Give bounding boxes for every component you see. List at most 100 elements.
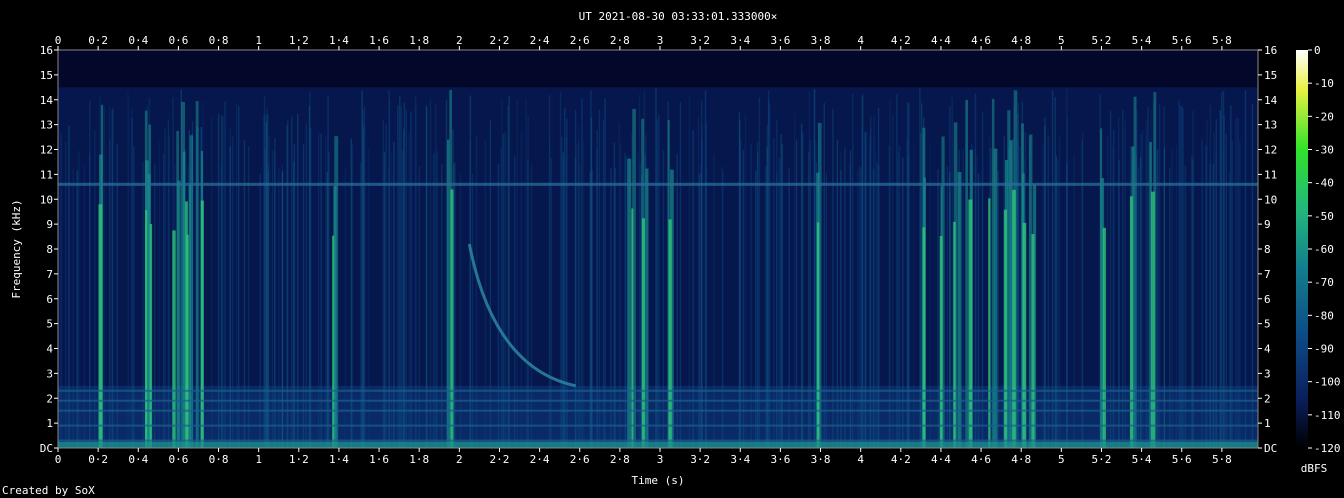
noise-streak — [962, 149, 964, 449]
x-tick-label-bottom: 4·6 — [971, 453, 991, 466]
noise-streak — [1017, 141, 1019, 449]
noise-streak — [1073, 154, 1075, 448]
noise-streak — [756, 151, 759, 448]
noise-streak — [484, 141, 487, 448]
noise-streak — [1109, 110, 1112, 448]
noise-streak — [566, 118, 568, 448]
burst-streak — [668, 219, 672, 448]
x-tick-label-top: 0·8 — [209, 34, 229, 47]
noise-streak — [781, 143, 784, 448]
burst-streak — [1031, 234, 1035, 448]
noise-streak — [1137, 167, 1140, 449]
noise-streak — [293, 161, 295, 449]
noise-streak — [840, 170, 842, 448]
x-tick-label-top: 2·6 — [570, 34, 590, 47]
chart-title: UT 2021-08-30 03:33:01.333000× — [579, 10, 778, 23]
burst-streak — [446, 139, 450, 448]
noise-streak — [1124, 121, 1127, 448]
noise-streak — [655, 88, 657, 449]
noise-streak — [981, 171, 983, 449]
noise-streak — [912, 144, 915, 448]
noise-streak — [1057, 160, 1059, 448]
noise-streak — [508, 96, 510, 448]
burst-streak — [953, 221, 956, 448]
noise-streak — [619, 143, 622, 448]
noise-streak — [898, 145, 901, 448]
y-tick-label-left: 14 — [40, 94, 54, 107]
noise-streak — [133, 146, 135, 448]
noise-streak — [154, 163, 156, 448]
noise-streak — [679, 102, 682, 448]
noise-streak — [525, 99, 527, 448]
noise-streak — [742, 150, 745, 449]
x-tick-label-bottom: 1·6 — [369, 453, 389, 466]
x-tick-label-bottom: 0 — [55, 453, 62, 466]
noise-streak — [111, 109, 113, 448]
burst-streak — [145, 210, 148, 448]
y-tick-label-right: 4 — [1264, 343, 1271, 356]
noise-streak — [162, 153, 165, 448]
noise-streak — [433, 153, 435, 448]
burst-streak — [627, 158, 632, 448]
burst-streak — [631, 208, 634, 448]
noise-streak — [902, 157, 904, 448]
noise-streak — [721, 167, 724, 448]
noise-streak — [410, 111, 412, 448]
noise-streak — [305, 123, 307, 449]
y-tick-label-left: 4 — [46, 343, 53, 356]
noise-streak — [1054, 97, 1057, 448]
noise-streak — [426, 107, 428, 448]
colorbar-tick-label: 0 — [1314, 44, 1321, 57]
noise-streak — [896, 93, 898, 449]
noise-streak — [1209, 105, 1212, 449]
x-tick-label-top: 0 — [55, 34, 62, 47]
y-tick-label-right: 3 — [1264, 367, 1271, 380]
noise-streak — [574, 157, 577, 449]
noise-streak — [1066, 88, 1068, 449]
noise-streak — [699, 163, 702, 448]
noise-streak — [1221, 92, 1223, 449]
noise-streak — [920, 103, 923, 448]
noise-streak — [624, 152, 626, 448]
y-tick-label-left: 6 — [46, 293, 53, 306]
noise-streak — [302, 144, 305, 448]
y-tick-label-right: 11 — [1264, 168, 1277, 181]
x-tick-label-bottom: 5·4 — [1132, 453, 1152, 466]
noise-streak — [793, 113, 796, 448]
colorbar — [1296, 50, 1308, 448]
noise-streak — [390, 151, 393, 448]
x-tick-label-top: 5·6 — [1172, 34, 1192, 47]
noise-streak — [393, 142, 395, 448]
burst-streak — [332, 235, 335, 448]
noise-streak — [1222, 90, 1225, 449]
noise-streak — [210, 115, 213, 448]
noise-streak — [501, 99, 503, 448]
x-tick-label-top: 1·8 — [409, 34, 429, 47]
noise-streak — [297, 113, 299, 449]
x-tick-label-top: 2·2 — [490, 34, 510, 47]
x-tick-label-bottom: 0·6 — [168, 453, 188, 466]
x-tick-label-bottom: 1·4 — [329, 453, 349, 466]
noise-streak — [1219, 110, 1222, 448]
x-tick-label-bottom: 3·2 — [690, 453, 710, 466]
noise-streak — [676, 153, 678, 448]
x-tick-label-bottom: 0·8 — [209, 453, 229, 466]
noise-streak — [581, 98, 583, 448]
x-axis-label: Time (s) — [632, 474, 685, 487]
burst-streak — [993, 148, 998, 448]
noise-streak — [562, 152, 565, 448]
noise-streak — [1237, 117, 1239, 448]
noise-streak — [1044, 117, 1046, 449]
y-axis-right: DC12345678910111213141516 — [1258, 44, 1278, 455]
noise-streak — [832, 108, 834, 448]
noise-streak — [596, 149, 598, 448]
noise-streak — [429, 99, 432, 449]
y-tick-label-right: 5 — [1264, 318, 1271, 331]
y-tick-label-right: 2 — [1264, 392, 1271, 405]
noise-streak — [1175, 145, 1178, 448]
noise-streak — [1244, 90, 1247, 449]
noise-streak — [471, 173, 474, 448]
noise-streak — [259, 173, 261, 449]
noise-streak — [602, 119, 605, 449]
colorbar-tick-label: -50 — [1314, 210, 1334, 223]
